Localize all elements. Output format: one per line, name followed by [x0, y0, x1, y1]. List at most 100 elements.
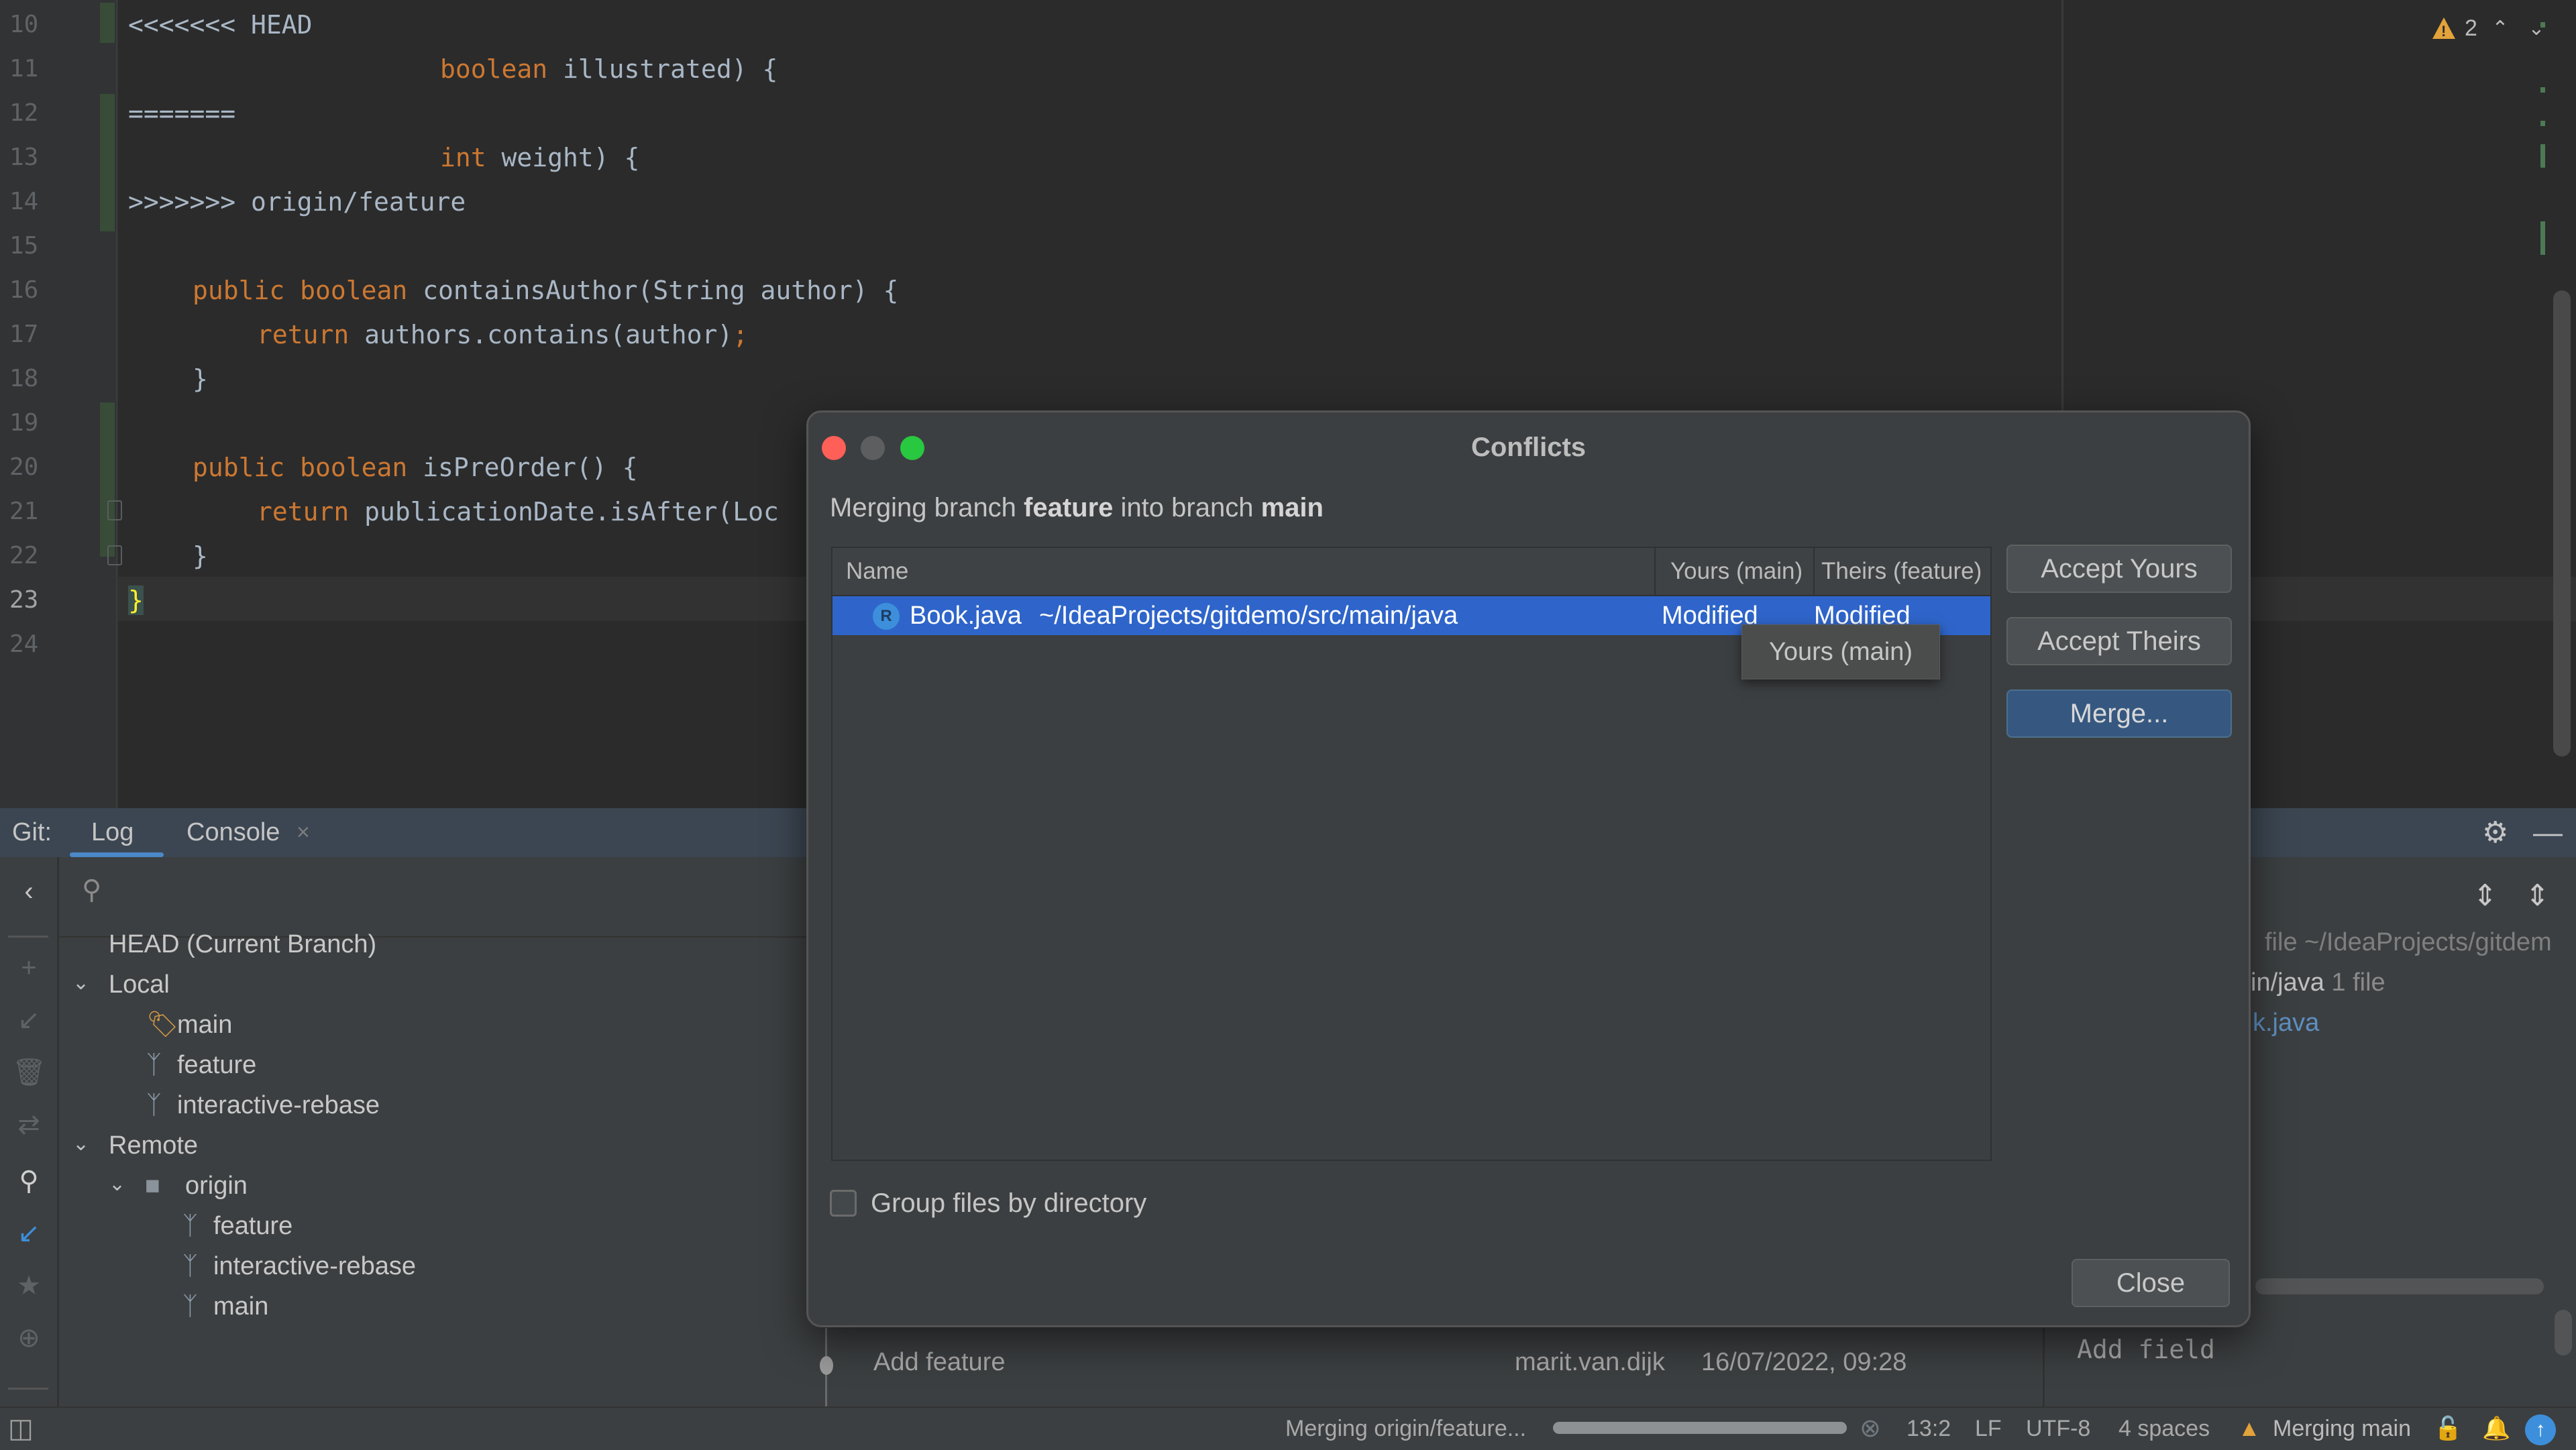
- details-horizontal-scrollbar[interactable]: [2255, 1278, 2544, 1294]
- tab-console[interactable]: Console: [186, 808, 280, 857]
- line-number[interactable]: 14: [9, 180, 50, 224]
- new-branch-icon[interactable]: +: [12, 951, 46, 985]
- column-separator[interactable]: [1654, 548, 1656, 595]
- next-highlight-icon[interactable]: ⌄: [2523, 17, 2550, 40]
- code-line[interactable]: public boolean containsAuthor(String aut…: [193, 268, 898, 313]
- code-line[interactable]: return authors.contains(author);: [257, 313, 748, 357]
- line-number[interactable]: 22: [9, 534, 50, 578]
- code-line[interactable]: }: [193, 357, 208, 401]
- keyword: return: [257, 320, 350, 349]
- close-button[interactable]: Close: [2072, 1259, 2230, 1307]
- navigate-icon[interactable]: ⊕: [12, 1321, 46, 1355]
- inspection-widget[interactable]: ! 2 ⌃ ⌄: [2432, 9, 2550, 47]
- chevron-down-icon[interactable]: ⌄: [72, 1125, 89, 1163]
- code-line[interactable]: =======: [128, 91, 235, 135]
- tree-item-head[interactable]: HEAD (Current Branch): [109, 926, 376, 963]
- change-marker[interactable]: [100, 94, 115, 231]
- chevron-down-icon[interactable]: ⌄: [72, 964, 89, 1002]
- fetch-icon[interactable]: ↙: [12, 1217, 46, 1250]
- vcs-branch-status[interactable]: Merging main: [2273, 1408, 2411, 1450]
- favorite-star-icon[interactable]: ★: [12, 1269, 46, 1302]
- line-number[interactable]: 18: [9, 357, 50, 401]
- fold-toggle-icon[interactable]: [107, 545, 122, 565]
- line-number[interactable]: 20: [9, 445, 50, 490]
- code-line[interactable]: }: [193, 534, 208, 578]
- tree-item-origin[interactable]: ■ origin: [145, 1167, 248, 1205]
- accept-theirs-button[interactable]: Accept Theirs: [2006, 617, 2232, 665]
- bell-icon[interactable]: 🔔: [2482, 1408, 2510, 1450]
- column-header-yours[interactable]: Yours (main): [1670, 548, 1803, 595]
- line-number[interactable]: 17: [9, 313, 50, 357]
- tab-log[interactable]: Log: [91, 808, 133, 857]
- indent-setting[interactable]: 4 spaces: [2118, 1408, 2210, 1450]
- minimize-icon[interactable]: —: [2533, 808, 2563, 857]
- line-number[interactable]: 16: [9, 268, 50, 313]
- line-number[interactable]: 21: [9, 490, 50, 534]
- code-line[interactable]: public boolean isPreOrder() {: [193, 445, 637, 490]
- line-number[interactable]: 19: [9, 401, 50, 445]
- details-directory[interactable]: in/java 1 file: [2251, 968, 2385, 997]
- tree-group-remote[interactable]: Remote: [109, 1127, 198, 1164]
- change-marker[interactable]: [100, 402, 115, 557]
- gear-icon[interactable]: ⚙: [2482, 808, 2508, 857]
- previous-highlight-icon[interactable]: ⌃: [2487, 17, 2514, 40]
- line-number[interactable]: 15: [9, 224, 50, 268]
- line-number[interactable]: 23: [9, 578, 50, 622]
- line-number[interactable]: 10: [9, 3, 50, 47]
- scroll-change-marker[interactable]: [2540, 121, 2545, 126]
- line-number[interactable]: 11: [9, 47, 50, 91]
- line-number[interactable]: 13: [9, 135, 50, 180]
- collapse-all-icon[interactable]: ⇕: [2525, 879, 2550, 913]
- column-header-name[interactable]: Name: [846, 548, 908, 595]
- scroll-change-marker[interactable]: [2540, 22, 2545, 27]
- caret-position[interactable]: 13:2: [1907, 1408, 1951, 1450]
- group-files-checkbox[interactable]: [830, 1190, 857, 1217]
- scroll-change-marker[interactable]: [2540, 144, 2545, 168]
- tree-item-remote-interactive-rebase[interactable]: ᛉ interactive-rebase: [182, 1247, 416, 1285]
- editor-vertical-scrollbar[interactable]: [2553, 290, 2571, 757]
- close-console-tab-icon[interactable]: ×: [297, 808, 310, 857]
- code-line[interactable]: <<<<<<< HEAD: [128, 3, 313, 47]
- line-separator[interactable]: LF: [1975, 1408, 2002, 1450]
- group-files-label[interactable]: Group files by directory: [871, 1184, 1146, 1223]
- line-number[interactable]: 12: [9, 91, 50, 135]
- collapse-branches-icon[interactable]: ‹: [12, 875, 46, 908]
- cancel-task-icon[interactable]: ⊗: [1860, 1408, 1881, 1450]
- search-icon[interactable]: ⚲: [12, 1164, 46, 1198]
- code-line[interactable]: int weight) {: [440, 135, 639, 180]
- compare-icon[interactable]: ⇄: [12, 1108, 46, 1141]
- scroll-change-marker[interactable]: [2540, 221, 2545, 255]
- lock-open-icon[interactable]: 🔓: [2434, 1408, 2462, 1450]
- status-bar: ◫ Merging origin/feature... ⊗ 13:2 LF UT…: [0, 1406, 2576, 1450]
- tree-item-remote-main[interactable]: ᛉ main: [182, 1288, 268, 1325]
- delete-icon[interactable]: 🗑: [12, 1056, 46, 1089]
- expand-all-icon[interactable]: ⇕: [2473, 879, 2498, 913]
- code-line[interactable]: >>>>>>> origin/feature: [128, 180, 466, 224]
- tree-item-local-main[interactable]: 🏷main: [146, 1006, 232, 1044]
- column-separator[interactable]: [1813, 548, 1815, 595]
- merge-description: Merging branch feature into branch main: [830, 493, 1324, 522]
- fold-toggle-icon[interactable]: [107, 500, 122, 520]
- change-marker[interactable]: [100, 3, 115, 43]
- update-available-icon[interactable]: ↑: [2525, 1408, 2556, 1450]
- update-icon[interactable]: ↙: [12, 1003, 46, 1037]
- tree-item-remote-feature[interactable]: ᛉ feature: [182, 1207, 292, 1245]
- file-encoding[interactable]: UTF-8: [2026, 1408, 2090, 1450]
- tree-item-local-feature[interactable]: ᛉ feature: [146, 1046, 256, 1084]
- background-task-label[interactable]: Merging origin/feature...: [1285, 1408, 1526, 1450]
- accept-yours-button[interactable]: Accept Yours: [2006, 545, 2232, 593]
- code-line[interactable]: return publicationDate.isAfter(Loc: [257, 490, 779, 534]
- details-file[interactable]: k.java: [2253, 1009, 2319, 1038]
- code-line[interactable]: boolean illustrated) {: [440, 47, 777, 91]
- log-row-message[interactable]: Add feature: [873, 1348, 1005, 1377]
- merge-button[interactable]: Merge...: [2006, 689, 2232, 738]
- chevron-down-icon[interactable]: ⌄: [109, 1166, 125, 1203]
- tool-windows-toggle-icon[interactable]: ◫: [8, 1408, 34, 1450]
- tree-item-local-interactive-rebase[interactable]: ᛉ interactive-rebase: [146, 1086, 380, 1124]
- scroll-change-marker[interactable]: [2540, 87, 2545, 93]
- tree-group-local[interactable]: Local: [109, 966, 170, 1003]
- column-header-theirs[interactable]: Theirs (feature): [1821, 548, 1982, 595]
- line-number[interactable]: 24: [9, 622, 50, 667]
- code-line[interactable]: }: [128, 578, 144, 622]
- details-vertical-scrollbar[interactable]: [2555, 1310, 2572, 1355]
